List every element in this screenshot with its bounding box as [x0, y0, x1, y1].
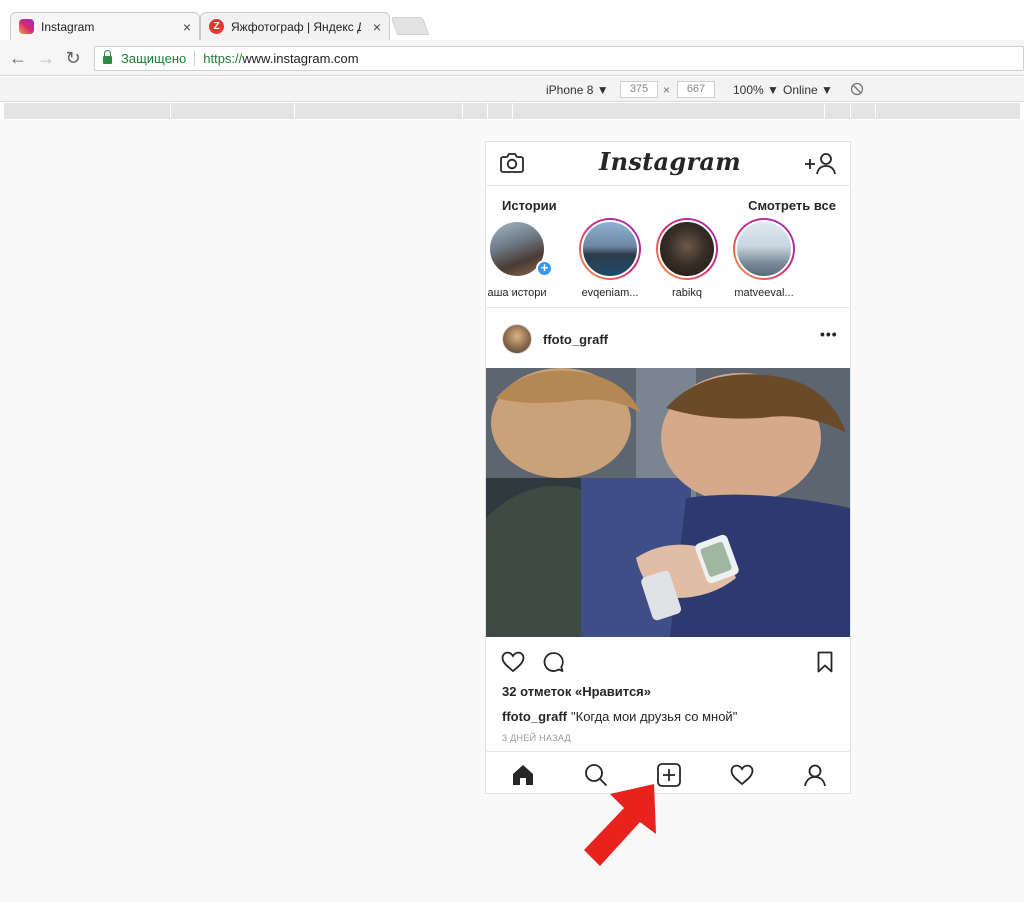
post-caption: ffoto_graff "Когда мои друзья со мной" — [502, 709, 737, 724]
like-heart-icon[interactable] — [501, 651, 525, 673]
instagram-favicon-icon — [19, 19, 34, 34]
likes-count[interactable]: 32 отметок «Нравится» — [502, 684, 651, 699]
tab-yandex[interactable]: Z Яжфотограф | Яндекс Д × — [200, 12, 390, 40]
camera-icon[interactable] — [500, 152, 524, 174]
add-person-icon[interactable] — [804, 152, 838, 176]
tab-strip: Instagram × Z Яжфотограф | Яндекс Д × — [0, 0, 1024, 40]
tab-instagram[interactable]: Instagram × — [10, 12, 200, 40]
avatar — [581, 220, 639, 278]
story-item[interactable]: evqeniam... — [573, 218, 647, 299]
profile-icon[interactable] — [802, 762, 828, 788]
annotation-arrow-icon — [584, 784, 656, 866]
reload-icon[interactable]: ↻ — [63, 48, 83, 68]
media-query-ruler — [4, 103, 1020, 119]
device-width-input[interactable]: 375 — [620, 81, 658, 98]
avatar[interactable] — [502, 324, 532, 354]
instagram-logo[interactable]: Instagram — [590, 147, 750, 176]
network-select[interactable]: Online ▼ — [783, 83, 833, 97]
stories-header: Истории Смотреть все — [502, 198, 836, 213]
browser-toolbar: ← → ↻ Защищено https:// www.instagram.co… — [0, 40, 1024, 76]
device-height-input[interactable]: 667 — [677, 81, 715, 98]
see-all-link[interactable]: Смотреть все — [748, 198, 836, 213]
post-username[interactable]: ffoto_graff — [543, 332, 608, 347]
post-photo[interactable] — [486, 368, 850, 637]
avatar — [658, 220, 716, 278]
device-select[interactable]: iPhone 8 ▼ — [546, 83, 609, 97]
story-item[interactable]: rabikq — [650, 218, 724, 299]
story-item-own[interactable]: + аша истори — [480, 218, 554, 299]
photo-two-boys-looking-at-phones — [486, 368, 850, 637]
instagram-header: Instagram — [486, 142, 850, 186]
url-scheme: https:// — [203, 51, 243, 66]
more-options-icon[interactable]: ••• — [820, 326, 838, 342]
stories-heading: Истории — [502, 198, 557, 213]
forward-arrow-icon[interactable]: → — [36, 48, 56, 68]
device-toolbar: iPhone 8 ▼ 375 × 667 100% ▼ Online ▼ — [0, 77, 1024, 102]
avatar — [735, 220, 793, 278]
security-label: Защищено — [121, 51, 187, 66]
tab-close-icon[interactable]: × — [183, 19, 191, 35]
instagram-mobile-page: Instagram Истории Смотреть все + аша ист… — [485, 141, 851, 794]
story-name: matveeval... — [734, 287, 794, 299]
yandex-favicon-icon: Z — [209, 19, 224, 34]
tab-title: Яжфотограф | Яндекс Д — [231, 19, 361, 34]
add-story-plus-icon[interactable]: + — [536, 260, 553, 277]
url-host: www.instagram.com — [242, 51, 359, 66]
new-tab-button[interactable] — [390, 17, 430, 35]
activity-heart-icon[interactable] — [729, 762, 755, 788]
divider — [194, 51, 196, 66]
story-item[interactable]: matveeval... — [727, 218, 801, 299]
save-bookmark-icon[interactable] — [817, 651, 833, 673]
rotate-disabled-icon[interactable] — [850, 82, 864, 96]
zoom-select[interactable]: 100% ▼ — [733, 83, 779, 97]
caption-username[interactable]: ffoto_graff — [502, 709, 567, 724]
story-name: rabikq — [672, 287, 702, 299]
story-name: evqeniam... — [581, 287, 639, 299]
address-bar[interactable]: Защищено https:// www.instagram.com — [94, 46, 1024, 71]
story-name: аша истори — [487, 287, 547, 299]
post-actions — [486, 647, 850, 677]
lock-icon — [103, 50, 112, 64]
back-arrow-icon[interactable]: ← — [8, 48, 28, 68]
dimension-separator: × — [663, 83, 671, 97]
post-timestamp: 3 ДНЕЙ НАЗАД — [502, 733, 571, 743]
caption-text: "Когда мои друзья со мной" — [571, 709, 738, 724]
post-header: ffoto_graff ••• — [486, 310, 850, 368]
comment-bubble-icon[interactable] — [542, 651, 565, 673]
stories-tray: + аша истори evqeniam... rabikq matveeva… — [486, 218, 850, 308]
home-icon[interactable] — [510, 762, 536, 788]
tab-title: Instagram — [41, 19, 95, 34]
bottom-navigation — [486, 751, 850, 794]
tab-close-icon[interactable]: × — [373, 19, 381, 35]
